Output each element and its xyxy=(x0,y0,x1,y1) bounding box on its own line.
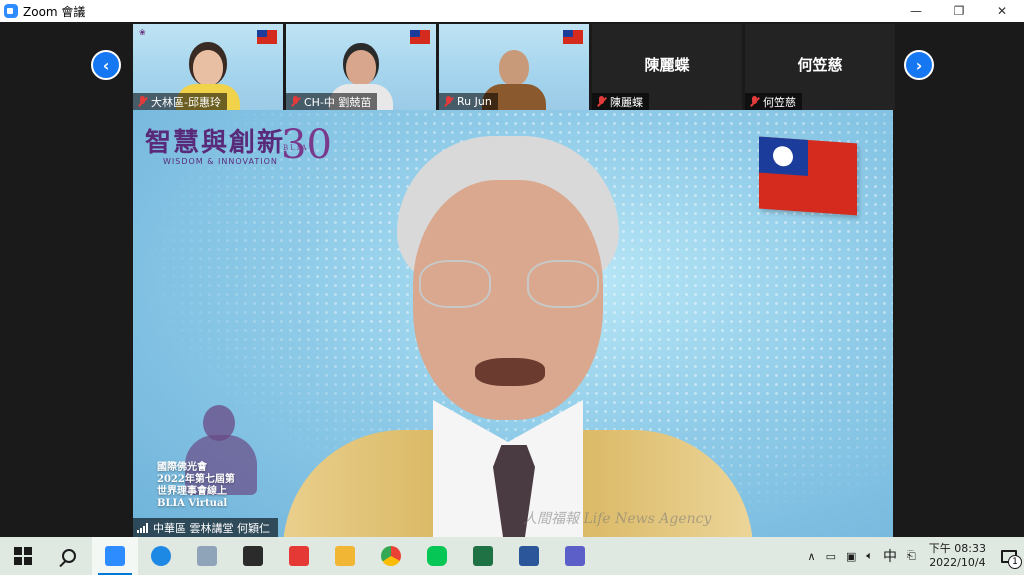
taskbar-app-edge[interactable] xyxy=(138,537,184,575)
zoom-app-icon xyxy=(105,546,125,566)
input-mode-icon[interactable]: ⎗ xyxy=(902,549,921,563)
taskbar-app-sticky[interactable] xyxy=(230,537,276,575)
close-button[interactable]: ✕ xyxy=(980,0,1024,22)
participant-name-tag: 大林區-邱惠玲 xyxy=(133,93,227,110)
volume-icon[interactable]: 🔈︎ xyxy=(861,549,878,563)
system-tray: ∧ ▭ ▣ 🔈︎ 中 ⎗ 下午 08:33 2022/10/4 1 xyxy=(803,537,1024,575)
pchome-app-icon xyxy=(289,546,309,566)
restore-button[interactable]: ❐ xyxy=(937,0,981,22)
taskbar-app-line[interactable] xyxy=(414,537,460,575)
participant-name-tag: CH-中 劉兢苗 xyxy=(286,93,378,110)
tray-overflow-chevron-icon[interactable]: ∧ xyxy=(803,550,821,563)
windows-start-icon xyxy=(14,547,32,565)
sticky-notes-app-icon xyxy=(243,546,263,566)
flag-icon xyxy=(257,30,277,44)
participant-name-tag: Ru Jun xyxy=(439,93,498,110)
participant-strip: ❀ 大林區-邱惠玲 CH-中 劉兢苗 Ru Jun 陳麗蝶 陳麗蝶 何笠慈 何笠… xyxy=(133,24,895,110)
taskbar-app-excel[interactable] xyxy=(460,537,506,575)
taskbar-app-word[interactable] xyxy=(506,537,552,575)
line-app-icon xyxy=(427,546,447,566)
participant-display-name: 陳麗蝶 xyxy=(644,56,690,74)
taskbar-app-pchome[interactable] xyxy=(276,537,322,575)
muted-mic-icon xyxy=(443,95,454,108)
notification-center-button[interactable]: 1 xyxy=(994,537,1024,575)
excel-app-icon xyxy=(473,546,493,566)
minimize-button[interactable]: — xyxy=(894,0,938,22)
banner-logo-icon: ❀ xyxy=(139,28,146,37)
search-button[interactable] xyxy=(46,537,92,575)
participant-tile[interactable]: Ru Jun xyxy=(439,24,589,110)
meeting-stage: ‹ › ❀ 大林區-邱惠玲 CH-中 劉兢苗 Ru Jun 陳麗蝶 陳麗蝶 何笠… xyxy=(0,22,1024,537)
participant-tile[interactable]: 陳麗蝶 陳麗蝶 xyxy=(592,24,742,110)
muted-mic-icon xyxy=(137,95,148,108)
taskbar-app-teams[interactable] xyxy=(552,537,598,575)
word-app-icon xyxy=(519,546,539,566)
notification-badge: 1 xyxy=(1008,555,1022,569)
participant-name-tag: 何笠慈 xyxy=(745,93,802,110)
files-app-icon xyxy=(197,546,217,566)
muted-mic-icon xyxy=(596,95,607,108)
flag-icon xyxy=(410,30,430,44)
zoom-logo-icon xyxy=(4,4,18,18)
gallery-next-button[interactable]: › xyxy=(904,50,934,80)
chevron-left-icon: ‹ xyxy=(102,55,110,75)
flag-icon xyxy=(759,136,857,216)
muted-mic-icon xyxy=(290,95,301,108)
news-watermark: 人間福報 Life News Agency xyxy=(523,511,712,527)
muted-mic-icon xyxy=(749,95,760,108)
camera-icon[interactable]: ▭ xyxy=(821,550,841,563)
chrome-app-icon xyxy=(381,546,401,566)
event-banner-logo: 智慧與創新 WISDOM & INNOVATION xyxy=(145,128,286,166)
search-icon xyxy=(62,549,76,563)
taskbar-app-zoom[interactable] xyxy=(92,537,138,575)
ime-indicator[interactable]: 中 xyxy=(878,546,902,566)
taskbar-clock[interactable]: 下午 08:33 2022/10/4 xyxy=(921,542,994,570)
title-bar: Zoom 會議 — ❐ ✕ xyxy=(0,0,1024,22)
taskbar-app-chrome[interactable] xyxy=(368,537,414,575)
flag-icon xyxy=(563,30,583,44)
start-button[interactable] xyxy=(0,537,46,575)
folder-icon xyxy=(335,546,355,566)
participant-tile[interactable]: CH-中 劉兢苗 xyxy=(286,24,436,110)
gallery-prev-button[interactable]: ‹ xyxy=(91,50,121,80)
taskbar-app-explorer[interactable] xyxy=(322,537,368,575)
speaker-person xyxy=(283,130,753,537)
participant-display-name: 何笠慈 xyxy=(797,56,843,74)
teams-app-icon xyxy=(565,546,585,566)
taskbar-app-files[interactable] xyxy=(184,537,230,575)
participant-tile[interactable]: 何笠慈 何笠慈 xyxy=(745,24,895,110)
speaker-name-tag: 中華區 雲林講堂 何穎仁 xyxy=(133,518,278,537)
edge-app-icon xyxy=(151,546,171,566)
signal-strength-icon xyxy=(137,522,148,533)
windows-taskbar: ∧ ▭ ▣ 🔈︎ 中 ⎗ 下午 08:33 2022/10/4 1 xyxy=(0,537,1024,575)
chevron-right-icon: › xyxy=(915,55,923,75)
network-icon[interactable]: ▣ xyxy=(841,550,861,563)
participant-name-tag: 陳麗蝶 xyxy=(592,93,649,110)
participant-tile[interactable]: ❀ 大林區-邱惠玲 xyxy=(133,24,283,110)
window-title: Zoom 會議 xyxy=(23,4,86,19)
event-title-text: 國際佛光會 2022年第七屆第 世界理事會線上 BLIA Virtual xyxy=(157,462,235,509)
active-speaker-video[interactable]: 智慧與創新 WISDOM & INNOVATION 30 BLIA 國際佛光會 … xyxy=(133,110,893,537)
